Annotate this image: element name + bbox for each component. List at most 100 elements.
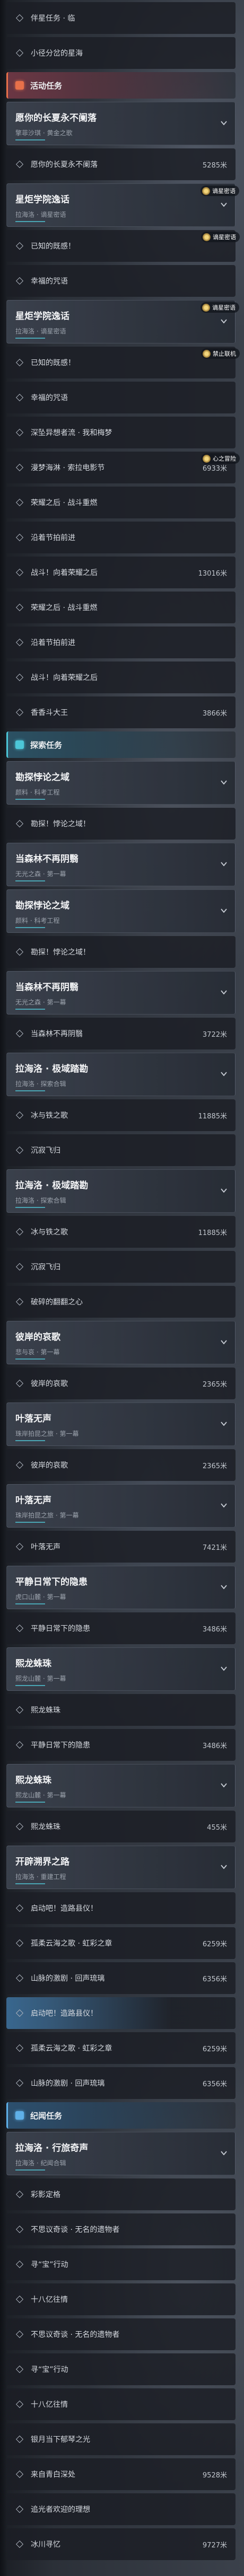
- quest-group-header[interactable]: 拉海洛 · 极域踏勘 拉海洛 · 探索合辑: [6, 1169, 236, 1213]
- quest-item[interactable]: 香香斗大王 3866米: [6, 696, 236, 728]
- quest-distance: 5285米: [202, 161, 227, 170]
- quest-group-header[interactable]: 熙龙蛛珠 熙龙山麓 · 第一幕: [6, 1764, 236, 1807]
- quest-item[interactable]: 漫梦海淋 · 索拉电影节 6933米 心之冒险: [6, 452, 240, 483]
- quest-group-header[interactable]: 当森林不再阴翳 无光之森 · 第一幕: [6, 843, 236, 886]
- quest-item[interactable]: 沉寂飞归: [6, 1134, 236, 1166]
- quest-item[interactable]: 熙龙蛛珠: [6, 1694, 236, 1726]
- chevron-down-icon[interactable]: [220, 201, 228, 208]
- quest-item[interactable]: 寻“宝”行动: [6, 2248, 236, 2280]
- group-accent-line: [15, 221, 45, 222]
- quest-group-header[interactable]: 叶落无声 珠岸拍昆之旅 · 第一幕: [6, 1402, 236, 1446]
- quest-item[interactable]: 勘探！悖论之域！: [6, 808, 236, 840]
- chevron-down-icon[interactable]: [220, 779, 228, 786]
- chevron-down-icon[interactable]: [220, 860, 228, 868]
- quest-item[interactable]: 冰与铁之歌 11885米: [6, 1099, 236, 1131]
- map-marker[interactable]: 心之冒险: [201, 453, 240, 464]
- quest-list[interactable]: 伴星任务 · 临小径分岔的星海活动任务愿你的长夏永不阑落 擎菲沙琪 · 黄金之歌愿…: [6, 2, 240, 2563]
- chevron-down-icon[interactable]: [220, 1338, 228, 1346]
- quest-item[interactable]: 伴星任务 · 临: [6, 2, 236, 34]
- quest-item[interactable]: 寻“宝”行动: [6, 2353, 236, 2385]
- quest-item[interactable]: 当森林不再阴翳 3722米: [6, 1018, 236, 1049]
- quest-group-title: 拉海洛 · 极域踏勘: [15, 1180, 89, 1191]
- quest-item[interactable]: 幸福的咒语: [6, 382, 236, 413]
- quest-item[interactable]: 沿着节拍前进: [6, 522, 236, 553]
- section-header[interactable]: 活动任务: [6, 72, 236, 99]
- chevron-down-icon[interactable]: [220, 1781, 228, 1789]
- quest-item[interactable]: 破碎的翻翻之心: [6, 1286, 236, 1318]
- quest-item[interactable]: 已知的既感！ 谪星密语: [6, 230, 240, 262]
- quest-item[interactable]: 银月当下郁琴之光: [6, 2423, 236, 2455]
- chevron-down-icon[interactable]: [220, 1583, 228, 1591]
- quest-item[interactable]: 小径分岔的星海: [6, 37, 236, 69]
- quest-item[interactable]: 追光者欢迎的理想: [6, 2493, 236, 2525]
- map-marker[interactable]: 禁止联机: [201, 348, 240, 359]
- quest-group-header[interactable]: 愿你的长夏永不阑落 擎菲沙琪 · 黄金之歌: [6, 102, 236, 145]
- group-accent-line: [15, 1802, 45, 1803]
- quest-item[interactable]: 战斗！向着荣耀之后: [6, 661, 236, 693]
- chevron-down-icon[interactable]: [220, 1070, 228, 1078]
- quest-group-header[interactable]: 彼岸的哀歌 悲与哀 · 第一幕: [6, 1321, 236, 1364]
- quest-item[interactable]: 沉寂飞归: [6, 1251, 236, 1283]
- quest-item[interactable]: 熙龙蛛珠 455米: [6, 1811, 236, 1842]
- quest-item[interactable]: 彼岸的哀歌 2365米: [6, 1368, 236, 1399]
- quest-item[interactable]: 幸福的咒语: [6, 265, 236, 297]
- map-marker[interactable]: 谪星密语: [201, 186, 239, 196]
- quest-distance: 2365米: [202, 1462, 227, 1470]
- quest-item[interactable]: 勘探！悖论之域！: [6, 936, 236, 968]
- quest-group-header[interactable]: 叶落无声 珠岸拍昆之旅 · 第一幕: [6, 1484, 236, 1528]
- chevron-down-icon[interactable]: [220, 119, 228, 127]
- quest-item[interactable]: 平静日常下的隐患 3486米: [6, 1729, 236, 1761]
- quest-group-header[interactable]: 星炬学院逸话 拉海洛 · 谪星密语 谪星密语: [6, 300, 239, 343]
- chevron-down-icon[interactable]: [220, 1502, 228, 1509]
- map-marker[interactable]: 谪星密语: [201, 232, 240, 242]
- quest-group-header[interactable]: 拉海洛 · 极域踏勘 拉海洛 · 探索合辑: [6, 1053, 236, 1096]
- quest-item[interactable]: 孤柔云海之歌 · 虹彩之章 6259米: [6, 2032, 236, 2064]
- quest-item[interactable]: 深坠异想者流 · 我和梅梦: [6, 417, 236, 448]
- chevron-down-icon[interactable]: [220, 1863, 228, 1871]
- quest-item[interactable]: 冰川寻忆 9727米: [6, 2528, 236, 2560]
- chevron-down-icon[interactable]: [220, 2149, 228, 2157]
- quest-item[interactable]: 不思议奇谈 · 无名的遗物者: [6, 2213, 236, 2245]
- quest-item[interactable]: 叶落无声 7421米: [6, 1531, 236, 1563]
- quest-item[interactable]: 彩影定格: [6, 2178, 236, 2210]
- group-accent-line: [15, 927, 45, 928]
- chevron-down-icon[interactable]: [220, 1187, 228, 1194]
- quest-group-header[interactable]: 拉海洛 · 行旅奇声 拉海洛 · 纪闻合辑: [6, 2132, 236, 2175]
- quest-item[interactable]: 十八亿往情: [6, 2388, 236, 2420]
- quest-item[interactable]: 不思议奇谈 · 无名的遗物者: [6, 2318, 236, 2350]
- quest-group-header[interactable]: 星炬学院逸话 拉海洛 · 谪星密语 谪星密语: [6, 183, 239, 227]
- quest-item[interactable]: 沿着节拍前进: [6, 627, 236, 658]
- section-header[interactable]: 纪闻任务: [6, 2102, 236, 2129]
- chevron-down-icon[interactable]: [220, 1665, 228, 1672]
- quest-group-header[interactable]: 开辟溯界之路 拉海洛 · 重建工程: [6, 1846, 236, 1889]
- quest-item[interactable]: 彼岸的哀歌 2365米: [6, 1449, 236, 1481]
- chevron-down-icon[interactable]: [220, 317, 228, 325]
- quest-group-header[interactable]: 熙龙蛛珠 熙龙山麓 · 第一幕: [6, 1647, 236, 1691]
- quest-group-header[interactable]: 勘探悖论之域 颜料 · 科考工程: [6, 761, 236, 805]
- quest-item[interactable]: 启动吧！造路县仪！: [6, 1892, 236, 1924]
- quest-item[interactable]: 十八亿往情: [6, 2283, 236, 2315]
- quest-item[interactable]: 已知的既感！ 禁止联机: [6, 347, 240, 378]
- quest-item[interactable]: 平静日常下的隐患 3486米: [6, 1612, 236, 1644]
- section-header[interactable]: 探索任务: [6, 731, 236, 758]
- quest-item[interactable]: 孤柔云海之歌 · 虹彩之章 6259米: [6, 1927, 236, 1959]
- chevron-down-icon[interactable]: [220, 907, 228, 914]
- quest-item[interactable]: 荣耀之后 · 战斗重燃: [6, 487, 236, 518]
- quest-item-label: 孤柔云海之歌 · 虹彩之章: [31, 2044, 112, 2053]
- quest-item[interactable]: 愿你的长夏永不阑落 5285米: [6, 148, 236, 180]
- quest-group-header[interactable]: 当森林不再阴翳 无光之森 · 第一幕: [6, 971, 236, 1014]
- quest-group-header[interactable]: 平静日常下的隐患 虎口山麓 · 第一幕: [6, 1566, 236, 1609]
- quest-item[interactable]: 冰与铁之歌 11885米: [6, 1216, 236, 1248]
- quest-item[interactable]: 启动吧！造路县仪！: [6, 1997, 236, 2029]
- quest-item[interactable]: 来自青白深处 9528米: [6, 2458, 236, 2490]
- chevron-down-icon[interactable]: [220, 989, 228, 996]
- quest-item[interactable]: 山脉的激剧 · 回声琉璃 6356米: [6, 2067, 236, 2099]
- map-marker[interactable]: 谪星密语: [201, 302, 239, 313]
- quest-item[interactable]: 山脉的激剧 · 回声琉璃 6356米: [6, 1962, 236, 1994]
- chevron-down-icon[interactable]: [220, 1420, 228, 1427]
- quest-item[interactable]: 战斗！向着荣耀之后 13016米: [6, 557, 236, 588]
- quest-group-title: 叶落无声: [15, 1414, 51, 1424]
- quest-group-header[interactable]: 勘探悖论之域 颜料 · 科考工程: [6, 889, 236, 933]
- quest-group-title: 星炬学院逸话: [15, 311, 69, 322]
- quest-item[interactable]: 荣耀之后 · 战斗重燃: [6, 592, 236, 623]
